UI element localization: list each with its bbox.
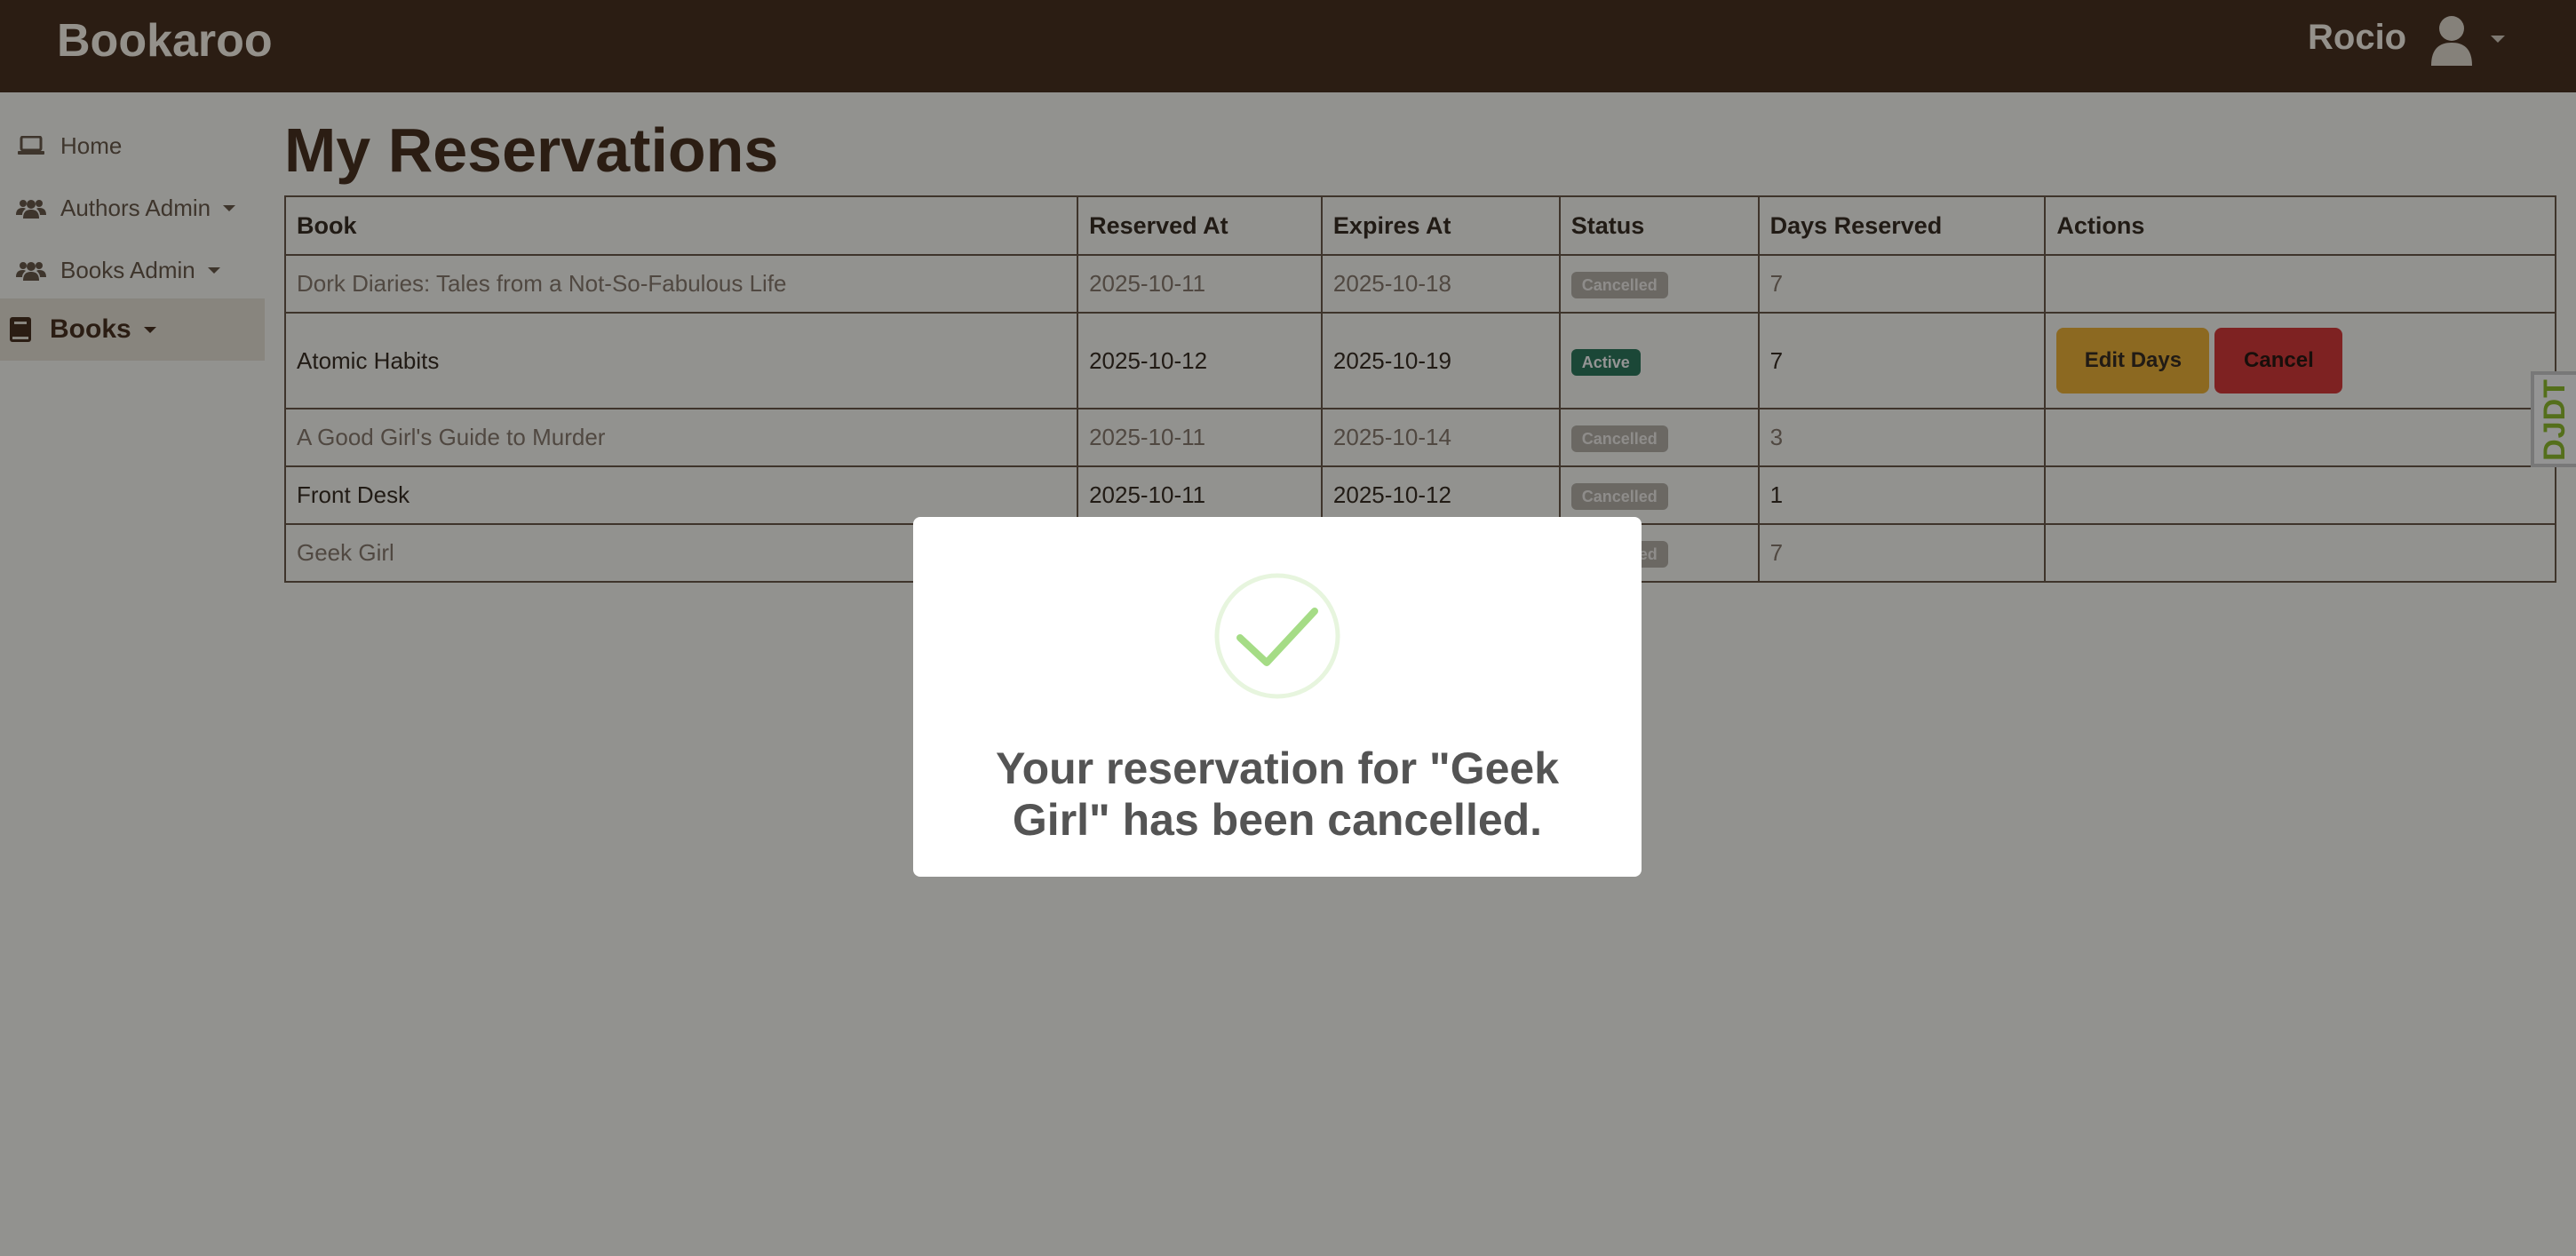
dialog-message: Your reservation for "Geek Girl" has bee…	[995, 743, 1560, 845]
success-check-icon	[1214, 573, 1340, 699]
success-dialog: Your reservation for "Geek Girl" has bee…	[913, 517, 1642, 877]
